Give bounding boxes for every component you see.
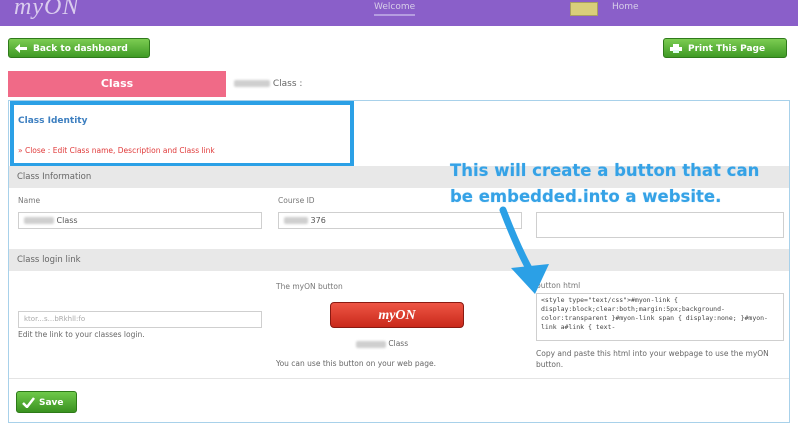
class-name-value: Class <box>56 216 78 225</box>
login-link-help: Edit the link to your classes login. <box>18 330 145 339</box>
button-html-textarea[interactable]: <style type="text/css">#myon-link { disp… <box>536 293 784 341</box>
redacted-name <box>356 340 386 348</box>
back-arrow-icon <box>15 44 27 53</box>
course-id-value: 376 <box>310 216 326 225</box>
class-title-heading: Class : <box>234 71 302 97</box>
course-id-field[interactable]: 376 <box>278 212 522 229</box>
myon-button-heading: The myON button <box>276 282 343 291</box>
print-label: Print This Page <box>688 44 766 54</box>
highlight-annotation-box <box>10 101 354 167</box>
annotation-arrow-icon <box>499 206 549 294</box>
save-label: Save <box>39 398 64 408</box>
save-button[interactable]: Save <box>16 391 77 413</box>
class-name-field[interactable]: Class <box>18 212 262 229</box>
name-label: Name <box>18 196 41 205</box>
redacted-name <box>234 80 270 87</box>
home-icon[interactable] <box>570 2 598 16</box>
redacted-name <box>24 217 54 224</box>
nav-welcome[interactable]: Welcome <box>374 2 416 16</box>
print-page-button[interactable]: Print This Page <box>663 38 787 58</box>
divider <box>9 378 789 379</box>
myon-logo[interactable]: myON <box>14 0 79 21</box>
course-id-label: Course ID <box>278 196 315 205</box>
myon-button-help: You can use this button on your web page… <box>276 359 437 368</box>
printer-icon <box>670 44 682 53</box>
myon-button-caption-text: Class <box>388 339 409 348</box>
button-html-help: Copy and paste this html into your webpa… <box>536 349 769 369</box>
nav-home[interactable]: Home <box>612 2 639 12</box>
class-title-suffix: Class : <box>272 79 303 89</box>
checkmark-icon <box>22 397 35 408</box>
myon-button-caption: Class <box>356 339 408 348</box>
myon-button-preview[interactable]: myON <box>330 302 464 328</box>
top-navigation-bar: myON Welcome Home <box>0 0 798 26</box>
class-description-field[interactable] <box>536 212 784 238</box>
class-login-link-section-title: Class login link <box>9 249 789 271</box>
redacted-course <box>284 217 308 224</box>
annotation-callout: This will create a button that can be em… <box>450 158 795 210</box>
back-label: Back to dashboard <box>33 44 128 54</box>
tab-class[interactable]: Class <box>8 71 226 97</box>
class-login-link-field[interactable]: ktor...s...bRkhll:fo <box>18 311 262 328</box>
annotation-line-1: This will create a button that can <box>450 161 760 180</box>
back-to-dashboard-button[interactable]: Back to dashboard <box>8 38 150 58</box>
